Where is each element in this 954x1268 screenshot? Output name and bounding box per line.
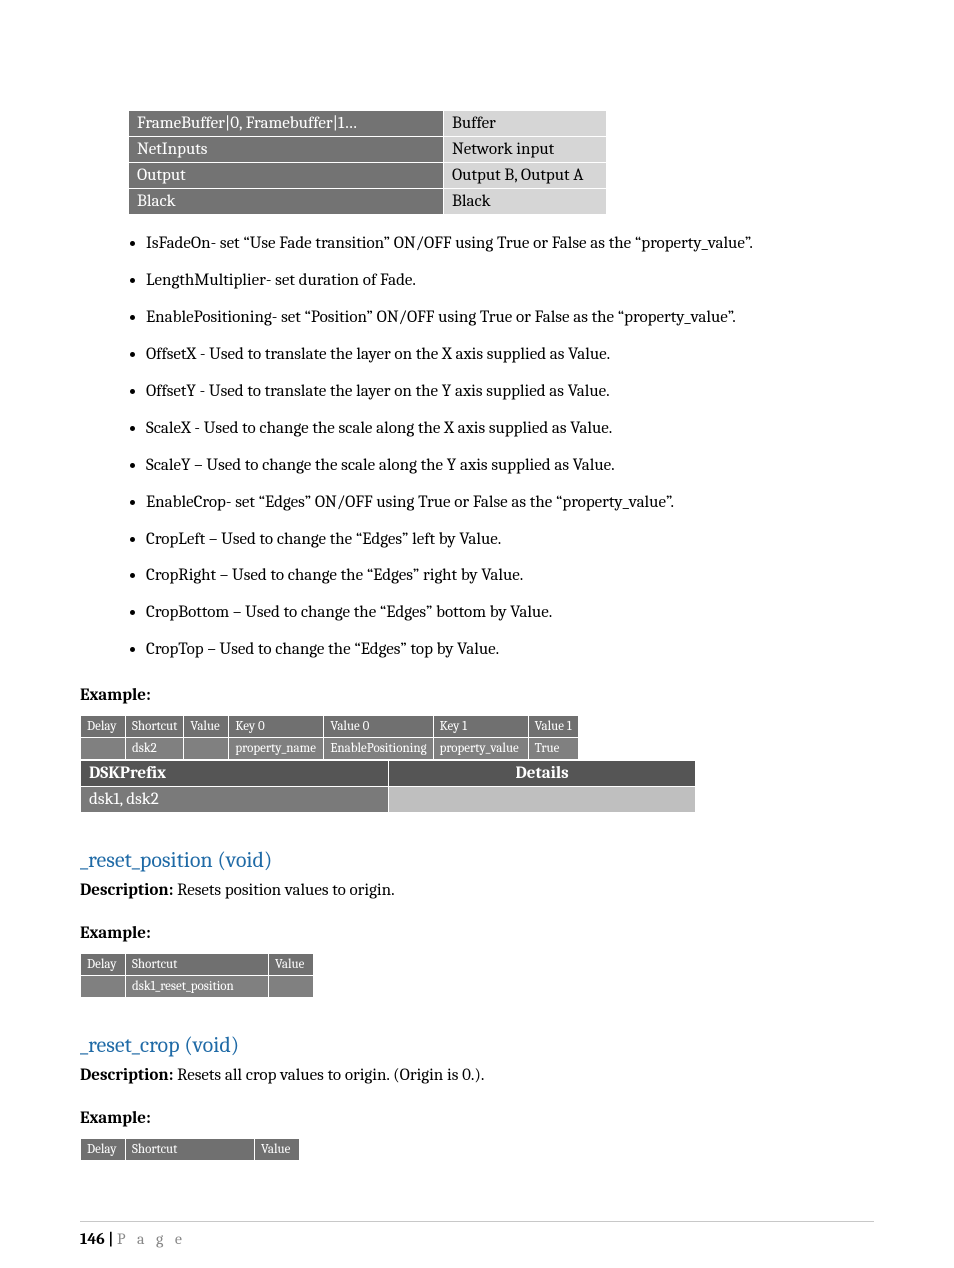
description-body: Resets all crop values to origin. (Origi… <box>173 1066 484 1085</box>
cell: True <box>528 738 578 760</box>
col-header: Delay <box>81 954 126 976</box>
example-label: Example: <box>80 1109 874 1128</box>
src-left: FrameBuffer|0, Framebuffer|1… <box>129 111 444 137</box>
table-row: Delay Shortcut Value Key 0 Value 0 Key 1… <box>81 716 579 738</box>
table-row: Delay Shortcut Value <box>81 954 314 976</box>
col-header: Delay <box>81 716 126 738</box>
list-item: EnableCrop- set “Edges” ON/OFF using Tru… <box>146 492 874 515</box>
example-label: Example: <box>80 686 874 705</box>
property-list: IsFadeOn- set “Use Fade transition” ON/O… <box>146 233 874 662</box>
col-header: Value <box>269 954 314 976</box>
description-text: Description: Resets all crop values to o… <box>80 1066 874 1085</box>
example-table-3: Delay Shortcut Value <box>80 1138 300 1161</box>
src-right: Network input <box>444 137 607 163</box>
list-item: ScaleX - Used to change the scale along … <box>146 418 874 441</box>
col-header: Delay <box>81 1139 126 1161</box>
dsk-body-left: dsk1, dsk2 <box>81 787 389 813</box>
list-item: CropTop – Used to change the “Edges” top… <box>146 639 874 662</box>
description-body: Resets position values to origin. <box>173 881 394 900</box>
page-number: 146 | <box>80 1230 117 1248</box>
dsk-table: DSKPrefix Details dsk1, dsk2 <box>80 760 696 813</box>
col-header: Shortcut <box>126 1139 255 1161</box>
cell: property_value <box>433 738 528 760</box>
dsk-header-left: DSKPrefix <box>81 761 389 787</box>
col-header: Key 0 <box>229 716 324 738</box>
col-header: Key 1 <box>433 716 528 738</box>
src-left: NetInputs <box>129 137 444 163</box>
cell: EnablePositioning <box>324 738 433 760</box>
table-row: dsk2 property_name EnablePositioning pro… <box>81 738 579 760</box>
dsk-header-right: Details <box>389 761 696 787</box>
col-header: Value 1 <box>528 716 578 738</box>
list-item: IsFadeOn- set “Use Fade transition” ON/O… <box>146 233 874 256</box>
cell <box>184 738 229 760</box>
source-table: FrameBuffer|0, Framebuffer|1… Buffer Net… <box>128 110 607 215</box>
table-row: FrameBuffer|0, Framebuffer|1… Buffer <box>129 111 607 137</box>
src-right: Buffer <box>444 111 607 137</box>
table-row: DSKPrefix Details <box>81 761 696 787</box>
cell <box>81 976 126 998</box>
section-heading-reset-crop: _reset_crop (void) <box>80 1032 874 1058</box>
cell: property_name <box>229 738 324 760</box>
src-left: Output <box>129 163 444 189</box>
dsk-body-right <box>389 787 696 813</box>
page-container: FrameBuffer|0, Framebuffer|1… Buffer Net… <box>0 0 954 1268</box>
example-table-1: Delay Shortcut Value Key 0 Value 0 Key 1… <box>80 715 579 760</box>
list-item: ScaleY – Used to change the scale along … <box>146 455 874 478</box>
description-label: Description: <box>80 881 173 900</box>
example-label: Example: <box>80 924 874 943</box>
cell: dsk2 <box>126 738 184 760</box>
cell <box>269 976 314 998</box>
col-header: Value <box>184 716 229 738</box>
cell <box>81 738 126 760</box>
page-word: P a g e <box>117 1230 186 1248</box>
section-heading-reset-position: _reset_position (void) <box>80 847 874 873</box>
description-label: Description: <box>80 1066 173 1085</box>
list-item: OffsetX - Used to translate the layer on… <box>146 344 874 367</box>
src-left: Black <box>129 189 444 215</box>
table-row: dsk1_reset_position <box>81 976 314 998</box>
list-item: OffsetY - Used to translate the layer on… <box>146 381 874 404</box>
col-header: Shortcut <box>126 716 184 738</box>
list-item: LengthMultiplier- set duration of Fade. <box>146 270 874 293</box>
table-row: Black Black <box>129 189 607 215</box>
src-right: Output B, Output A <box>444 163 607 189</box>
list-item: CropBottom – Used to change the “Edges” … <box>146 602 874 625</box>
col-header: Value 0 <box>324 716 433 738</box>
list-item: EnablePositioning- set “Position” ON/OFF… <box>146 307 874 330</box>
src-right: Black <box>444 189 607 215</box>
table-row: Delay Shortcut Value <box>81 1139 300 1161</box>
cell: dsk1_reset_position <box>126 976 269 998</box>
list-item: CropRight – Used to change the “Edges” r… <box>146 565 874 588</box>
col-header: Shortcut <box>126 954 269 976</box>
example-table-2: Delay Shortcut Value dsk1_reset_position <box>80 953 314 998</box>
table-row: Output Output B, Output A <box>129 163 607 189</box>
description-text: Description: Resets position values to o… <box>80 881 874 900</box>
col-header: Value <box>255 1139 300 1161</box>
list-item: CropLeft – Used to change the “Edges” le… <box>146 529 874 552</box>
table-row: dsk1, dsk2 <box>81 787 696 813</box>
table-row: NetInputs Network input <box>129 137 607 163</box>
